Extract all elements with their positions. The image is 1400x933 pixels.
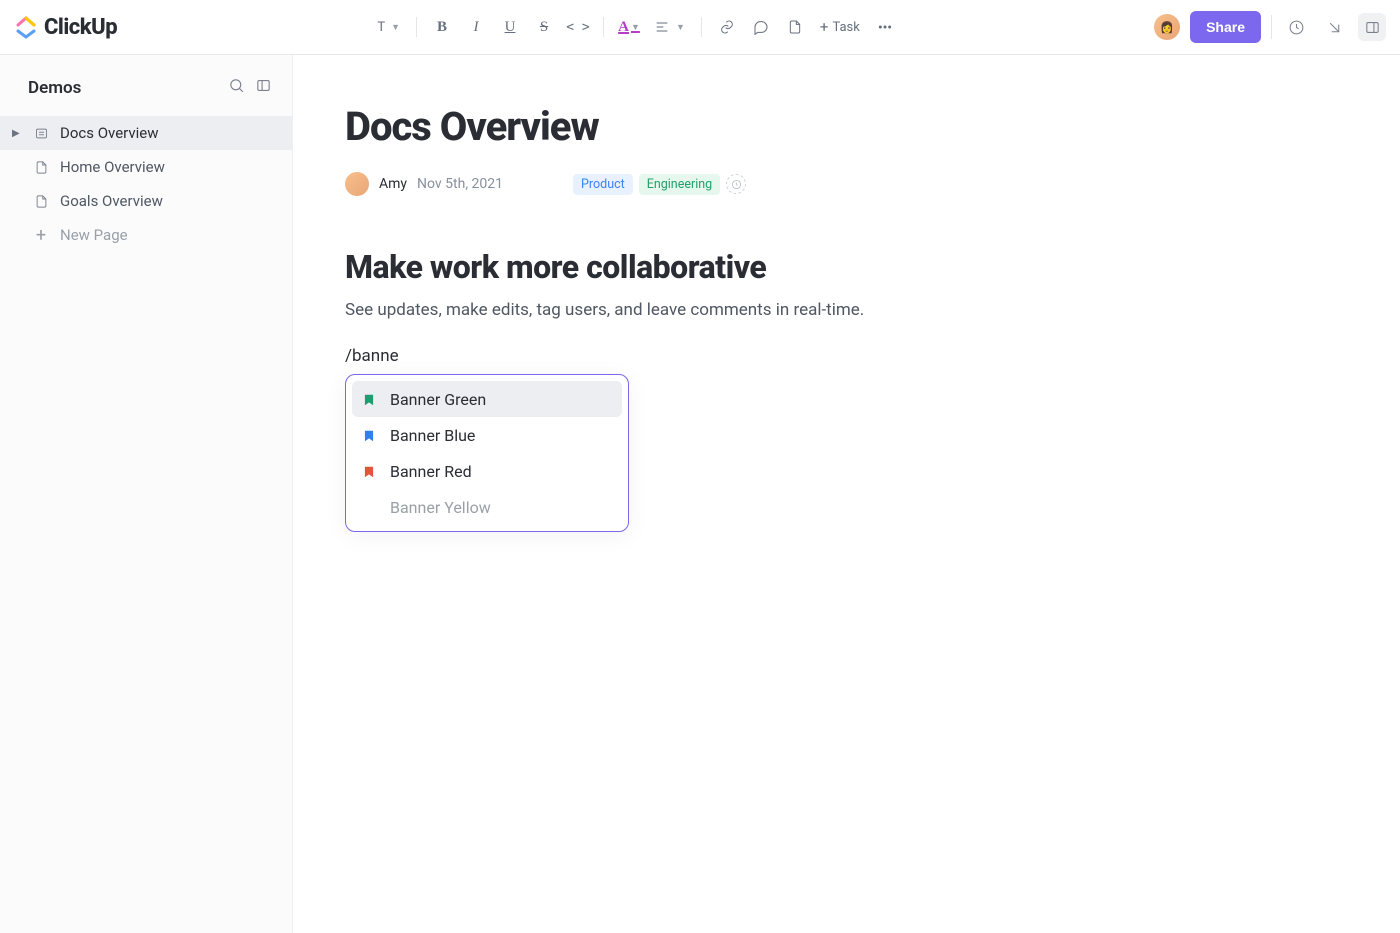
add-task-button[interactable]: +Task [814, 12, 866, 42]
author-avatar[interactable] [345, 172, 369, 196]
collapse-sidebar-button[interactable] [255, 77, 272, 98]
slash-menu-item-label: Banner Green [390, 390, 486, 409]
more-horizontal-icon [877, 19, 893, 35]
slash-menu-item-banner-yellow[interactable]: Banner Yellow [352, 489, 622, 525]
slash-menu-item-banner-green[interactable]: Banner Green [352, 381, 622, 417]
sidebar: Demos ▶ Docs Overview Home Overview Goal… [0, 55, 293, 933]
doc-date: Nov 5th, 2021 [417, 176, 503, 192]
comment-button[interactable] [746, 12, 776, 42]
align-left-icon [654, 19, 670, 35]
clock-icon [731, 179, 742, 190]
page-title[interactable]: Docs Overview [345, 103, 1221, 150]
export-button[interactable] [1320, 13, 1348, 41]
clock-icon [1288, 19, 1305, 36]
sidebar-item-home-overview[interactable]: Home Overview [0, 150, 292, 184]
sidebar-title: Demos [28, 78, 81, 98]
slash-menu-item-label: Banner Blue [390, 426, 475, 445]
bookmark-icon [362, 500, 376, 514]
slash-menu-item-banner-blue[interactable]: Banner Blue [352, 417, 622, 453]
toolbar-right: 👩 Share [1154, 11, 1386, 43]
page-icon [34, 194, 49, 209]
brand-logo[interactable]: ClickUp [14, 15, 117, 40]
panel-toggle-button[interactable] [1358, 13, 1386, 41]
code-button[interactable]: < > [563, 12, 593, 42]
bookmark-icon [362, 392, 376, 406]
brand-name: ClickUp [44, 15, 117, 40]
user-avatar[interactable]: 👩 [1154, 14, 1180, 40]
text-style-dropdown[interactable]: T ▼ [371, 12, 406, 42]
slash-menu-item-banner-red[interactable]: Banner Red [352, 453, 622, 489]
slash-command-input[interactable]: /banne [345, 346, 1221, 366]
sidebar-item-label: Docs Overview [60, 124, 159, 142]
doc-icon [34, 126, 49, 141]
panel-collapse-icon [255, 77, 272, 94]
add-tag-button[interactable] [726, 174, 746, 194]
chevron-down-icon: ▼ [676, 22, 685, 33]
clickup-logo-icon [14, 15, 38, 39]
align-button[interactable]: ▼ [648, 12, 691, 42]
history-button[interactable] [1282, 13, 1310, 41]
panel-right-icon [1364, 19, 1381, 36]
share-button[interactable]: Share [1190, 11, 1261, 43]
page-button[interactable] [780, 12, 810, 42]
document-icon [787, 19, 803, 35]
bookmark-icon [362, 464, 376, 478]
separator [701, 17, 702, 37]
document-area[interactable]: Docs Overview Amy Nov 5th, 2021 Product … [293, 55, 1400, 933]
doc-paragraph[interactable]: See updates, make edits, tag users, and … [345, 300, 1221, 320]
sidebar-item-label: Goals Overview [60, 192, 163, 210]
strikethrough-button[interactable]: S [529, 12, 559, 42]
search-icon [228, 77, 245, 94]
slash-menu-item-label: Banner Red [390, 462, 472, 481]
tag-engineering[interactable]: Engineering [639, 174, 720, 195]
slash-menu-item-label: Banner Yellow [390, 498, 491, 517]
link-button[interactable] [712, 12, 742, 42]
more-button[interactable] [870, 12, 900, 42]
link-icon [719, 19, 735, 35]
formatting-toolbar: T ▼ B I U S < > A▼ ▼ +Task [125, 12, 1146, 42]
separator [603, 17, 604, 37]
top-toolbar: ClickUp T ▼ B I U S < > A▼ ▼ +Task [0, 0, 1400, 55]
tag-product[interactable]: Product [573, 174, 633, 195]
separator [1271, 15, 1272, 39]
text-color-button[interactable]: A▼ [614, 12, 644, 42]
slash-command-menu: Banner Green Banner Blue Banner Red Bann… [345, 374, 629, 532]
chevron-down-icon: ▼ [631, 22, 640, 32]
author-name: Amy [379, 176, 407, 192]
bookmark-icon [362, 428, 376, 442]
sidebar-item-label: New Page [60, 226, 128, 244]
bold-button[interactable]: B [427, 12, 457, 42]
chevron-down-icon: ▼ [391, 22, 400, 33]
sidebar-item-docs-overview[interactable]: ▶ Docs Overview [0, 116, 292, 150]
sidebar-item-goals-overview[interactable]: Goals Overview [0, 184, 292, 218]
underline-button[interactable]: U [495, 12, 525, 42]
download-arrow-icon [1326, 19, 1343, 36]
doc-heading[interactable]: Make work more collaborative [345, 248, 1221, 286]
doc-meta-row: Amy Nov 5th, 2021 Product Engineering [345, 172, 1221, 196]
italic-button[interactable]: I [461, 12, 491, 42]
caret-right-icon: ▶ [12, 128, 22, 139]
sidebar-item-label: Home Overview [60, 158, 165, 176]
sidebar-new-page[interactable]: + New Page [0, 218, 292, 252]
search-button[interactable] [228, 77, 245, 98]
separator [416, 17, 417, 37]
page-icon [34, 160, 49, 175]
comment-icon [753, 19, 769, 35]
plus-icon: + [32, 225, 50, 246]
